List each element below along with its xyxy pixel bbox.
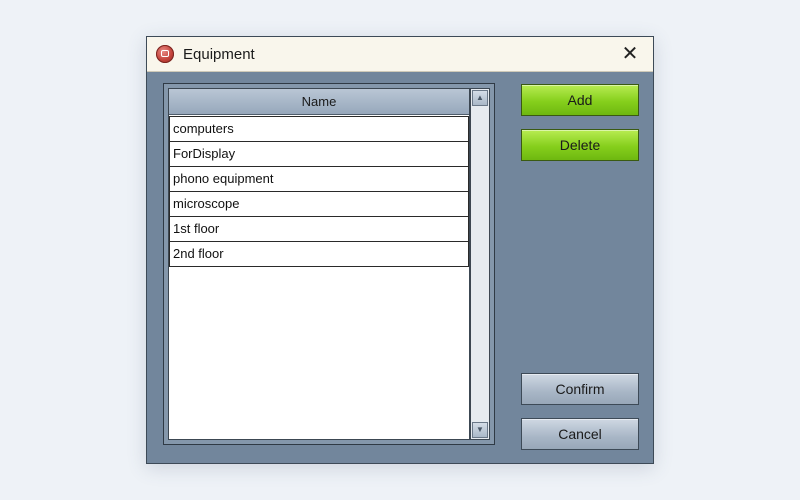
equipment-list[interactable]: Name computers ForDisplay phono equipmen… [168,88,470,440]
cancel-button[interactable]: Cancel [521,418,639,450]
close-icon[interactable]: ✕ [619,43,641,65]
add-button[interactable]: Add [521,84,639,116]
list-item[interactable]: 2nd floor [169,241,469,267]
title-bar[interactable]: Equipment ✕ [147,37,653,72]
confirm-button[interactable]: Confirm [521,373,639,405]
list-item[interactable]: ForDisplay [169,141,469,167]
app-icon [156,45,174,63]
list-item[interactable]: phono equipment [169,166,469,192]
list-item[interactable]: microscope [169,191,469,217]
list-rows: computers ForDisplay phono equipment mic… [169,116,469,267]
vertical-scrollbar[interactable]: ▲ ▼ [470,88,490,440]
equipment-list-panel: Name computers ForDisplay phono equipmen… [163,83,495,445]
delete-button[interactable]: Delete [521,129,639,161]
dialog-content: Name computers ForDisplay phono equipmen… [147,72,653,463]
list-item[interactable]: computers [169,116,469,142]
scroll-up-arrow-icon[interactable]: ▲ [472,90,488,106]
column-header-name[interactable]: Name [169,89,469,115]
scroll-down-arrow-icon[interactable]: ▼ [472,422,488,438]
list-item[interactable]: 1st floor [169,216,469,242]
equipment-dialog: Equipment ✕ Name computers ForDisplay ph… [146,36,654,464]
window-title: Equipment [183,46,255,63]
